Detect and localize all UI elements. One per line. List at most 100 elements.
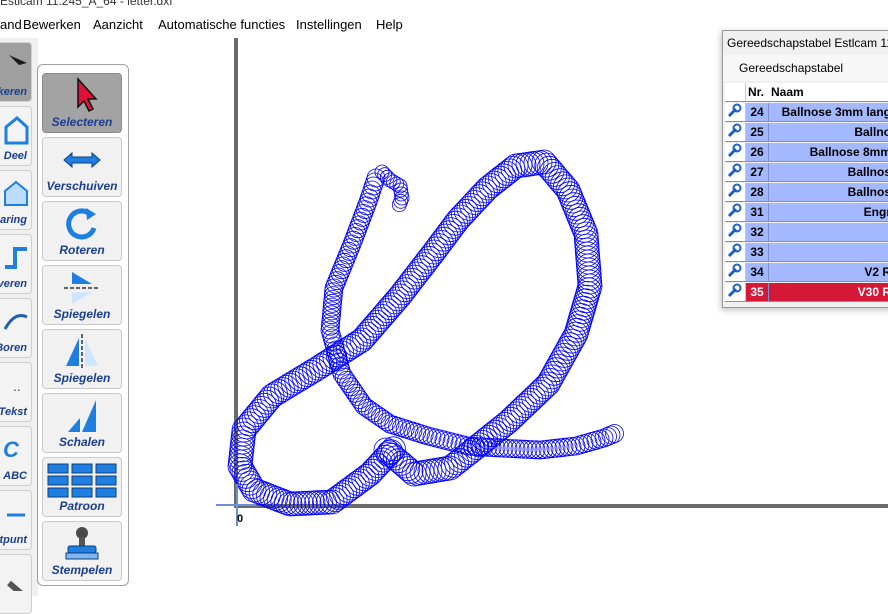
tool-uitsparing-button[interactable]: Uitsparing: [0, 170, 32, 230]
tool-table-menu-item[interactable]: Gereedschapstabel: [739, 61, 843, 75]
tool-table-row[interactable]: 25 Ballno: [723, 122, 888, 142]
abc-icon: C: [3, 437, 20, 462]
row-icon-cell: [725, 123, 746, 141]
title-bar: Estlcam 11.245_A_64 - letter.dxf: [0, 0, 888, 12]
toolpath-circle: [530, 440, 550, 460]
window-title: Estlcam 11.245_A_64 - letter.dxf: [0, 0, 173, 8]
wrench-icon: [7, 580, 23, 591]
menu-aanzicht[interactable]: Aanzicht: [93, 17, 143, 32]
row-name-text: Ballnose 8mm: [809, 145, 888, 159]
tool-abc-button[interactable]: C ABC: [0, 426, 32, 486]
row-icon-cell: [725, 163, 746, 181]
spiegelen-verticaal-button[interactable]: Spiegelen: [42, 329, 122, 389]
tool-table-header: Nr. Naam: [723, 82, 888, 102]
tool-boren-button[interactable]: Boren: [0, 298, 32, 358]
tool-extra-button[interactable]: [0, 554, 32, 614]
tool-tekst-button[interactable]: .. Tekst: [0, 362, 32, 422]
tool-table-row[interactable]: 26 Ballnose 8mm: [723, 142, 888, 162]
wrench-icon: [727, 243, 742, 258]
row-icon-cell: [725, 183, 746, 201]
tool-table-window[interactable]: Gereedschapstabel Estlcam 11. Gereedscha…: [722, 30, 888, 308]
row-name: V30 R: [769, 283, 888, 301]
tool-deel-button[interactable]: Deel: [0, 106, 32, 166]
wrench-icon: [727, 183, 742, 198]
row-name: V2 R: [769, 263, 888, 281]
tool-label: Graveren: [0, 278, 27, 290]
tool-table-row[interactable]: 27 Ballnos: [723, 162, 888, 182]
part-icon: [4, 116, 29, 145]
menu-automatische-functies[interactable]: Automatische functies: [158, 17, 285, 32]
row-nr: 27: [746, 163, 769, 181]
tool-graveren-button[interactable]: Graveren: [0, 234, 32, 294]
row-name-text: Engr: [863, 205, 888, 219]
row-name-text: Ballnos: [847, 165, 888, 179]
engrave-icon: [5, 247, 27, 269]
tool-label: ABC: [3, 470, 27, 482]
pocket-icon: [4, 180, 28, 206]
tool-label: Startpunt: [0, 534, 27, 546]
row-nr: 35: [746, 283, 769, 301]
menu-bewerken[interactable]: Bewerken: [23, 17, 81, 32]
wrench-icon: [727, 163, 742, 178]
menu-instellingen[interactable]: Instellingen: [296, 17, 362, 32]
tool-table-row[interactable]: 35 V30 R: [723, 282, 888, 302]
drill-icon: [3, 314, 28, 330]
tool-table-row[interactable]: 32: [723, 222, 888, 242]
row-icon-cell: [725, 103, 746, 121]
tool-table-title: Gereedschapstabel Estlcam 11.: [727, 36, 888, 50]
selecteren-button[interactable]: Selecteren: [42, 73, 122, 133]
cursor-icon: [77, 77, 98, 113]
wrench-icon: [727, 103, 742, 118]
stamp-icon: [65, 527, 99, 560]
tool-table-row[interactable]: 31 Engr: [723, 202, 888, 222]
wrench-icon: [727, 283, 742, 298]
toolpath-circle: [538, 439, 558, 459]
tool-table-row[interactable]: 34 V2 R: [723, 262, 888, 282]
verschuiven-button[interactable]: Verschuiven: [42, 137, 122, 197]
row-icon-cell: [725, 203, 746, 221]
tool-table-row[interactable]: 28 Ballnos: [723, 182, 888, 202]
row-name: Ballno: [769, 123, 888, 141]
header-name: Naam: [769, 83, 888, 101]
tool-tekeren-button[interactable]: Tekeren: [0, 42, 32, 102]
tool-table-row[interactable]: 24 Ballnose 3mm lang: [723, 102, 888, 122]
row-icon-cell: [725, 263, 746, 281]
toolpath-circle: [546, 438, 566, 458]
tool-label: Uitsparing: [0, 214, 27, 226]
mirror-vertical-icon: [66, 334, 98, 368]
toolpath-circle: [522, 440, 542, 460]
wrench-icon: [727, 143, 742, 158]
patroon-label: Patroon: [59, 499, 105, 513]
tool-startpunt-button[interactable]: Startpunt: [0, 490, 32, 550]
row-nr: 34: [746, 263, 769, 281]
svg-text:..: ..: [13, 378, 21, 394]
startpoint-icon: [7, 513, 25, 517]
pattern-icon: [47, 463, 117, 498]
header-corner: [725, 83, 746, 101]
row-name: Ballnos: [769, 183, 888, 201]
text-icon: ..: [13, 378, 21, 394]
schalen-button[interactable]: Schalen: [42, 393, 122, 453]
row-nr: 33: [746, 243, 769, 261]
selecteren-label: Selecteren: [51, 115, 113, 129]
spiegelen-horizontaal-button[interactable]: Spiegelen: [42, 265, 122, 325]
menu-help[interactable]: Help: [376, 17, 403, 32]
wrench-icon: [727, 123, 742, 138]
edit-tool-panel: Selecteren Verschuiven Roteren Spiegelen…: [37, 64, 129, 586]
stempelen-button[interactable]: Stempelen: [42, 521, 122, 581]
verschuiven-label: Verschuiven: [46, 179, 118, 193]
row-nr: 28: [746, 183, 769, 201]
header-nr: Nr.: [746, 83, 771, 101]
menu-bestand[interactable]: Bestand: [0, 17, 22, 32]
row-icon-cell: [725, 243, 746, 261]
row-name: [769, 243, 888, 261]
roteren-button[interactable]: Roteren: [42, 201, 122, 261]
tool-table-row[interactable]: 33: [723, 242, 888, 262]
patroon-button[interactable]: Patroon: [42, 457, 122, 517]
row-nr: 25: [746, 123, 769, 141]
row-divider: [725, 301, 888, 302]
spiegelen-label: Spiegelen: [53, 371, 111, 385]
row-name: Engr: [769, 203, 888, 221]
row-name: Ballnose 8mm: [769, 143, 888, 161]
row-icon-cell: [725, 223, 746, 241]
